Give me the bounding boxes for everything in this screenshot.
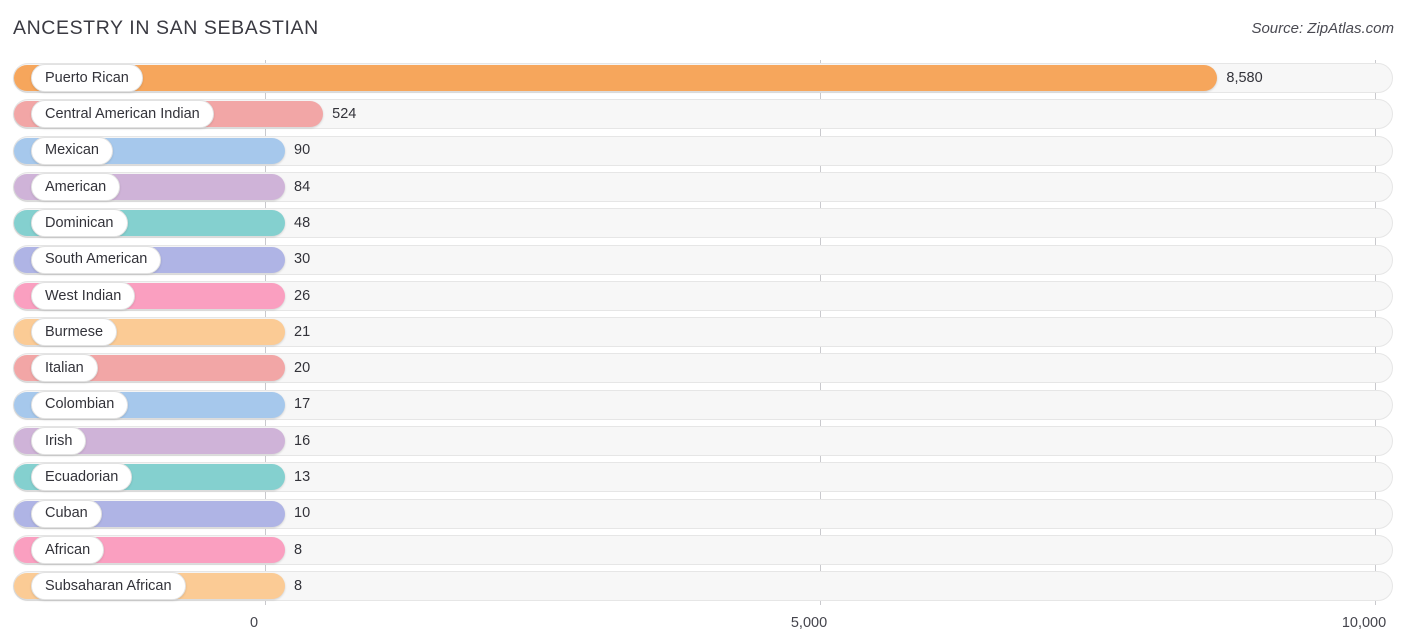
category-label-text: Dominican xyxy=(45,214,114,231)
bar-value-label: 17 xyxy=(294,396,311,413)
category-label-pill: Subsaharan African xyxy=(31,572,186,601)
bar-value-label: 8 xyxy=(294,577,303,594)
bar-value-label: 16 xyxy=(294,432,311,449)
category-label-text: Central American Indian xyxy=(45,106,200,123)
category-label-text: African xyxy=(45,541,91,558)
plot-area: Puerto Rican 8,580 Central American Indian… xyxy=(0,60,1406,605)
page-title: ANCESTRY IN SAN SEBASTIAN xyxy=(13,17,319,39)
bar-value-label: 524 xyxy=(332,106,357,123)
category-label-text: Irish xyxy=(45,432,73,449)
category-label-pill: South American xyxy=(31,245,162,274)
bar-row[interactable]: Mexican 90 xyxy=(0,133,1406,169)
bar-row[interactable]: Cuban 10 xyxy=(0,496,1406,532)
axis-tick-label: 0 xyxy=(249,615,259,631)
bar-row[interactable]: Italian 20 xyxy=(0,350,1406,386)
category-label-text: Colombian xyxy=(45,396,115,413)
category-label-text: South American xyxy=(45,251,148,268)
bar-row[interactable]: Puerto Rican 8,580 xyxy=(0,60,1406,96)
category-label-pill: Puerto Rican xyxy=(31,64,143,92)
axis-tick-label: 5,000 xyxy=(790,615,828,631)
bar-row[interactable]: Burmese 21 xyxy=(0,314,1406,350)
bar-value-label: 21 xyxy=(294,323,311,340)
bar-value-label: 10 xyxy=(294,505,311,522)
category-label-pill: African xyxy=(31,535,105,564)
bar-value-label: 13 xyxy=(294,469,311,486)
category-label-pill: Dominican xyxy=(31,209,128,238)
source-attribution: Source: ZipAtlas.com xyxy=(1251,20,1394,37)
bar-value-label: 48 xyxy=(294,214,311,231)
bar-row[interactable]: Ecuadorian 13 xyxy=(0,459,1406,495)
category-label-text: American xyxy=(45,178,107,195)
category-label-pill: American xyxy=(31,172,121,201)
bar-row[interactable]: South American 30 xyxy=(0,242,1406,278)
category-label-pill: Irish xyxy=(31,427,87,455)
x-axis: 0 5,000 10,000 xyxy=(0,605,1406,644)
bar-row[interactable]: West Indian 26 xyxy=(0,278,1406,314)
category-label-text: West Indian xyxy=(45,287,122,304)
bar-value-label: 30 xyxy=(294,251,311,268)
category-label-text: Cuban xyxy=(45,505,88,522)
bar-fill xyxy=(14,65,1218,91)
category-label-pill: Mexican xyxy=(31,136,113,165)
bar-row[interactable]: Colombian 17 xyxy=(0,387,1406,423)
category-label-pill: Ecuadorian xyxy=(31,463,133,492)
bar-value-label: 8,580 xyxy=(1226,69,1263,86)
bar-value-label: 20 xyxy=(294,360,311,377)
category-label-text: Ecuadorian xyxy=(45,469,119,486)
category-label-pill: Cuban xyxy=(31,499,102,528)
category-label-pill: Burmese xyxy=(31,318,118,347)
category-label-pill: Italian xyxy=(31,354,98,383)
axis-tick-label: 10,000 xyxy=(1341,615,1387,631)
category-label-pill: West Indian xyxy=(31,281,136,310)
category-label-text: Mexican xyxy=(45,142,99,159)
bar-row[interactable]: African 8 xyxy=(0,532,1406,568)
bar-row[interactable]: Irish 16 xyxy=(0,423,1406,459)
bar-row[interactable]: Central American Indian 524 xyxy=(0,96,1406,132)
category-label-pill: Colombian xyxy=(31,390,129,419)
category-label-text: Subsaharan African xyxy=(45,577,172,594)
bar-value-label: 90 xyxy=(294,142,311,159)
bar-row[interactable]: American 84 xyxy=(0,169,1406,205)
bar-row[interactable]: Dominican 48 xyxy=(0,205,1406,241)
category-label-text: Burmese xyxy=(45,323,104,340)
bar-value-label: 8 xyxy=(294,541,303,558)
bar-value-label: 26 xyxy=(294,287,311,304)
category-label-pill: Central American Indian xyxy=(31,100,214,129)
ancestry-bar-chart: ANCESTRY IN SAN SEBASTIAN Source: ZipAtl… xyxy=(0,0,1406,644)
bar-value-label: 84 xyxy=(294,178,311,195)
bar-row[interactable]: Subsaharan African 8 xyxy=(0,568,1406,604)
category-label-text: Puerto Rican xyxy=(45,69,129,86)
category-label-text: Italian xyxy=(45,360,84,377)
